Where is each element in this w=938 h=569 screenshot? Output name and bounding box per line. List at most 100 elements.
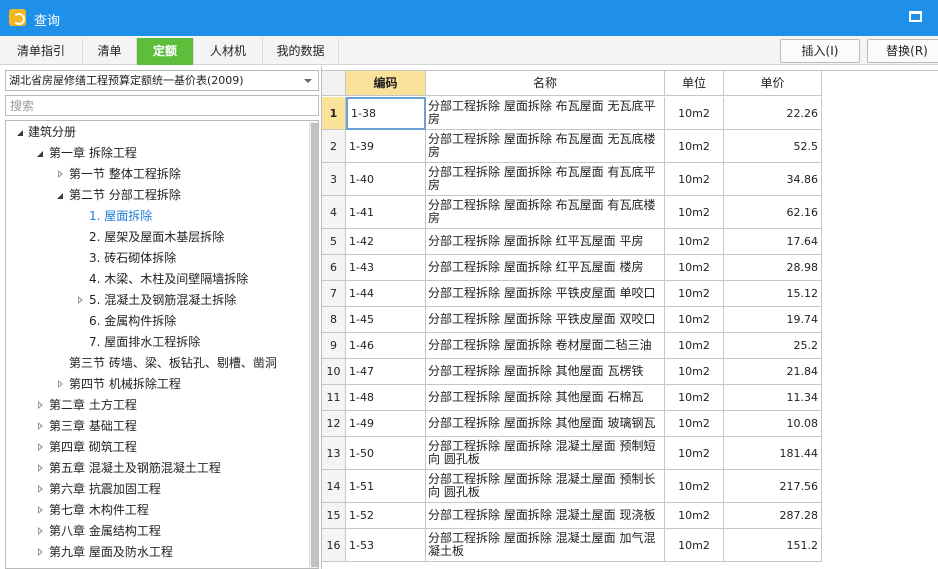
unit-cell[interactable]: 10m2 (665, 229, 724, 255)
table-row[interactable]: 12 1-49 分部工程拆除 屋面拆除 其他屋面 玻璃钢瓦 10m2 10.08 (322, 411, 822, 437)
name-cell[interactable]: 分部工程拆除 屋面拆除 平铁皮屋面 单咬口 (426, 281, 665, 307)
expand-arrow-icon[interactable] (56, 185, 66, 206)
code-cell[interactable]: 1-41 (346, 196, 426, 229)
tree-item[interactable]: 第五章 混凝土及钢筋混凝土工程 (6, 458, 306, 479)
price-cell[interactable]: 52.5 (724, 130, 822, 163)
unit-cell[interactable]: 10m2 (665, 470, 724, 503)
collapse-arrow-icon[interactable] (36, 437, 46, 458)
expand-arrow-icon[interactable] (36, 143, 46, 164)
collapse-arrow-icon[interactable] (36, 479, 46, 500)
price-cell[interactable]: 217.56 (724, 470, 822, 503)
row-number[interactable]: 8 (322, 307, 346, 333)
code-cell[interactable]: 1-38 (346, 97, 426, 130)
name-cell[interactable]: 分部工程拆除 屋面拆除 混凝土屋面 预制短向 圆孔板 (426, 437, 665, 470)
table-row[interactable]: 2 1-39 分部工程拆除 屋面拆除 布瓦屋面 无瓦底楼房 10m2 52.5 (322, 130, 822, 163)
name-cell[interactable]: 分部工程拆除 屋面拆除 混凝土屋面 加气混凝土板 (426, 529, 665, 562)
tree-item[interactable]: 第一节 整体工程拆除 (6, 164, 306, 185)
tree-item[interactable]: 7. 屋面排水工程拆除 (6, 332, 306, 353)
price-cell[interactable]: 10.08 (724, 411, 822, 437)
tree-item[interactable]: 6. 金属构件拆除 (6, 311, 306, 332)
table-row[interactable]: 10 1-47 分部工程拆除 屋面拆除 其他屋面 瓦楞铁 10m2 21.84 (322, 359, 822, 385)
unit-cell[interactable]: 10m2 (665, 97, 724, 130)
table-row[interactable]: 11 1-48 分部工程拆除 屋面拆除 其他屋面 石棉瓦 10m2 11.34 (322, 385, 822, 411)
name-cell[interactable]: 分部工程拆除 屋面拆除 其他屋面 玻璃钢瓦 (426, 411, 665, 437)
collapse-arrow-icon[interactable] (36, 521, 46, 542)
tree-item[interactable]: 第九章 屋面及防水工程 (6, 542, 306, 563)
name-cell[interactable]: 分部工程拆除 屋面拆除 布瓦屋面 有瓦底平房 (426, 163, 665, 196)
library-select[interactable]: 湖北省房屋修缮工程预算定额统一基价表(2009) (5, 70, 319, 91)
code-cell[interactable]: 1-50 (346, 437, 426, 470)
price-cell[interactable]: 151.2 (724, 529, 822, 562)
tree-item[interactable]: 1. 屋面拆除 (6, 206, 306, 227)
code-cell[interactable]: 1-53 (346, 529, 426, 562)
row-number[interactable]: 5 (322, 229, 346, 255)
table-row[interactable]: 14 1-51 分部工程拆除 屋面拆除 混凝土屋面 预制长向 圆孔板 10m2 217.… (322, 470, 822, 503)
table-row[interactable]: 1 1-38 分部工程拆除 屋面拆除 布瓦屋面 无瓦底平房 10m2 22.26 (322, 97, 822, 130)
tab-list[interactable]: 清单 (83, 38, 137, 65)
code-cell[interactable]: 1-40 (346, 163, 426, 196)
unit-cell[interactable]: 10m2 (665, 385, 724, 411)
unit-cell[interactable]: 10m2 (665, 359, 724, 385)
price-cell[interactable]: 62.16 (724, 196, 822, 229)
price-cell[interactable]: 21.84 (724, 359, 822, 385)
tree-item[interactable]: 第一章 拆除工程 (6, 143, 306, 164)
table-row[interactable]: 6 1-43 分部工程拆除 屋面拆除 红平瓦屋面 楼房 10m2 28.98 (322, 255, 822, 281)
tab-list-guide[interactable]: 清单指引 (0, 38, 83, 65)
table-row[interactable]: 4 1-41 分部工程拆除 屋面拆除 布瓦屋面 有瓦底楼房 10m2 62.16 (322, 196, 822, 229)
row-number[interactable]: 1 (322, 97, 346, 130)
table-row[interactable]: 15 1-52 分部工程拆除 屋面拆除 混凝土屋面 现浇板 10m2 287.28 (322, 503, 822, 529)
code-cell[interactable]: 1-49 (346, 411, 426, 437)
row-number[interactable]: 6 (322, 255, 346, 281)
code-cell[interactable]: 1-47 (346, 359, 426, 385)
table-row[interactable]: 7 1-44 分部工程拆除 屋面拆除 平铁皮屋面 单咬口 10m2 15.12 (322, 281, 822, 307)
tree-item[interactable]: 3. 砖石砌体拆除 (6, 248, 306, 269)
unit-cell[interactable]: 10m2 (665, 529, 724, 562)
tab-labor-materials[interactable]: 人材机 (194, 38, 263, 65)
column-header-name[interactable]: 名称 (426, 71, 665, 96)
price-cell[interactable]: 287.28 (724, 503, 822, 529)
tree-item[interactable]: 第三节 砖墙、梁、板钻孔、剔槽、凿洞 (6, 353, 306, 374)
tree-item[interactable]: 第二章 土方工程 (6, 395, 306, 416)
unit-cell[interactable]: 10m2 (665, 281, 724, 307)
name-cell[interactable]: 分部工程拆除 屋面拆除 布瓦屋面 无瓦底平房 (426, 97, 665, 130)
table-row[interactable]: 5 1-42 分部工程拆除 屋面拆除 红平瓦屋面 平房 10m2 17.64 (322, 229, 822, 255)
code-cell[interactable]: 1-45 (346, 307, 426, 333)
price-cell[interactable]: 34.86 (724, 163, 822, 196)
tree-item[interactable]: 第四节 机械拆除工程 (6, 374, 306, 395)
row-number[interactable]: 10 (322, 359, 346, 385)
code-cell[interactable]: 1-42 (346, 229, 426, 255)
unit-cell[interactable]: 10m2 (665, 307, 724, 333)
name-cell[interactable]: 分部工程拆除 屋面拆除 布瓦屋面 无瓦底楼房 (426, 130, 665, 163)
name-cell[interactable]: 分部工程拆除 屋面拆除 红平瓦屋面 平房 (426, 229, 665, 255)
unit-cell[interactable]: 10m2 (665, 163, 724, 196)
unit-cell[interactable]: 10m2 (665, 196, 724, 229)
name-cell[interactable]: 分部工程拆除 屋面拆除 红平瓦屋面 楼房 (426, 255, 665, 281)
unit-cell[interactable]: 10m2 (665, 130, 724, 163)
tree-scrollbar-thumb[interactable] (311, 123, 318, 567)
name-cell[interactable]: 分部工程拆除 屋面拆除 卷材屋面二毡三油 (426, 333, 665, 359)
row-number[interactable]: 14 (322, 470, 346, 503)
collapse-arrow-icon[interactable] (36, 458, 46, 479)
expand-arrow-icon[interactable] (16, 122, 26, 143)
code-cell[interactable]: 1-52 (346, 503, 426, 529)
tree-item[interactable]: 第八章 金属结构工程 (6, 521, 306, 542)
row-number[interactable]: 4 (322, 196, 346, 229)
tree-item[interactable]: 第六章 抗震加固工程 (6, 479, 306, 500)
name-cell[interactable]: 分部工程拆除 屋面拆除 布瓦屋面 有瓦底楼房 (426, 196, 665, 229)
price-cell[interactable]: 15.12 (724, 281, 822, 307)
row-number[interactable]: 12 (322, 411, 346, 437)
unit-cell[interactable]: 10m2 (665, 333, 724, 359)
row-number[interactable]: 7 (322, 281, 346, 307)
row-number[interactable]: 9 (322, 333, 346, 359)
name-cell[interactable]: 分部工程拆除 屋面拆除 平铁皮屋面 双咬口 (426, 307, 665, 333)
price-cell[interactable]: 25.2 (724, 333, 822, 359)
unit-cell[interactable]: 10m2 (665, 437, 724, 470)
chevron-down-icon[interactable] (304, 79, 312, 83)
tree-scrollbar[interactable] (309, 122, 318, 568)
row-number[interactable]: 16 (322, 529, 346, 562)
price-cell[interactable]: 181.44 (724, 437, 822, 470)
price-cell[interactable]: 19.74 (724, 307, 822, 333)
row-number[interactable]: 13 (322, 437, 346, 470)
table-row[interactable]: 16 1-53 分部工程拆除 屋面拆除 混凝土屋面 加气混凝土板 10m2 151.2 (322, 529, 822, 562)
price-cell[interactable]: 28.98 (724, 255, 822, 281)
